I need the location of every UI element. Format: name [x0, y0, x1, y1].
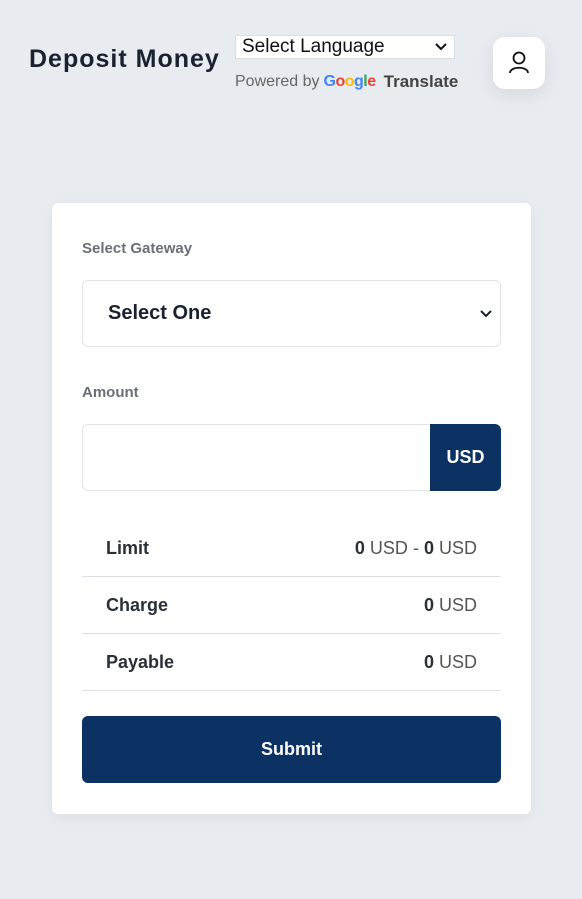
language-select[interactable]: Select Language — [235, 35, 455, 59]
amount-input[interactable] — [82, 424, 431, 491]
amount-input-group: USD — [82, 424, 501, 491]
gateway-select-value: Select One — [108, 302, 212, 324]
chevron-down-icon — [435, 43, 447, 51]
translate-link[interactable]: Translate — [384, 72, 459, 92]
charge-value: 0 USD — [423, 594, 477, 615]
powered-by-text: Powered by — [235, 73, 320, 90]
payable-value: 0 USD — [423, 651, 477, 672]
payable-label: Payable — [106, 651, 175, 672]
chevron-down-icon — [480, 310, 492, 318]
language-select-label: Select Language — [242, 36, 385, 57]
charge-label: Charge — [106, 594, 169, 615]
amount-label: Amount — [82, 384, 139, 401]
submit-button[interactable]: Submit — [82, 716, 501, 783]
google-logo: Google — [323, 73, 377, 90]
gateway-select[interactable]: Select One — [82, 280, 501, 347]
payable-row: Payable 0 USD — [82, 634, 501, 691]
google-translate-attribution: Powered by Google Translate — [235, 72, 458, 92]
user-icon — [509, 51, 529, 74]
charge-row: Charge 0 USD — [82, 577, 501, 634]
deposit-card: Select Gateway Select One Amount USD Lim… — [52, 203, 531, 814]
page-title: Deposit Money — [29, 45, 220, 73]
limit-value: 0 USD - 0 USD — [354, 537, 477, 558]
limit-row: Limit 0 USD - 0 USD — [82, 520, 501, 577]
currency-addon: USD — [430, 424, 501, 491]
limit-label: Limit — [106, 537, 149, 558]
user-menu-button[interactable] — [493, 37, 545, 89]
gateway-label: Select Gateway — [82, 240, 193, 257]
